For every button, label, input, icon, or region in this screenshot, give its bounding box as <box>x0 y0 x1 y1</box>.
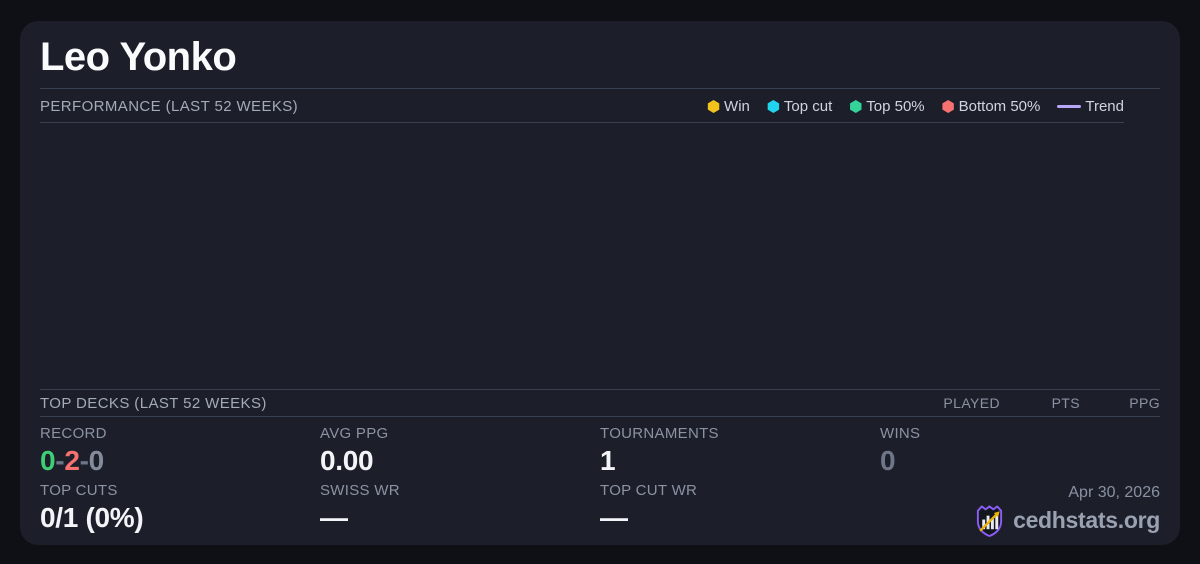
legend-item-bottom-50-: Bottom 50% <box>942 98 1041 115</box>
brand-row: cedhstats.org <box>974 504 1160 537</box>
performance-section-title: PERFORMANCE (LAST 52 WEEKS) <box>40 98 299 115</box>
legend-item-top-cut: Top cut <box>767 98 832 115</box>
swiss-wr-value: — <box>320 502 348 533</box>
legend-item-trend: Trend <box>1057 98 1124 115</box>
legend-label: Bottom 50% <box>958 98 1041 115</box>
column-header-ppg: PPG <box>1129 395 1160 412</box>
stats-grid: RECORD 0-2-0 AVG PPG 0.00 TOURNAMENTS 1 … <box>40 417 1160 537</box>
stat-avg-ppg: AVG PPG 0.00 <box>320 425 600 477</box>
stat-label: SWISS WR <box>320 482 400 499</box>
legend-item-top-50-: Top 50% <box>849 98 925 115</box>
legend-label: Win <box>724 98 750 115</box>
brand-name: cedhstats.org <box>1013 507 1160 533</box>
column-header-pts: PTS <box>1051 395 1080 412</box>
stat-wins: WINS 0 <box>880 425 1160 477</box>
stat-swiss-wr: SWISS WR — <box>320 482 600 537</box>
report-date: Apr 30, 2026 <box>1068 484 1160 501</box>
tournaments-value: 1 <box>600 444 616 476</box>
stat-label: TOP CUTS <box>40 482 118 499</box>
avg-ppg-value: 0.00 <box>320 444 374 476</box>
stat-label: WINS <box>880 424 921 442</box>
legend-hexagon-icon <box>707 100 720 113</box>
top-decks-column-headers: PLAYED PTS PPG <box>920 395 1160 411</box>
legend-hexagon-icon <box>942 100 954 113</box>
stat-label: TOURNAMENTS <box>600 424 719 442</box>
top-cut-wr-value: — <box>600 502 628 533</box>
record-wins: 0 <box>40 444 56 476</box>
legend-label: Trend <box>1085 98 1124 115</box>
stat-tournaments: TOURNAMENTS 1 <box>600 425 880 477</box>
record-value: 0-2-0 <box>40 445 320 477</box>
footer-brand-block: Apr 30, 2026 cedhstats.org <box>880 482 1160 537</box>
legend-hexagon-icon <box>767 100 780 113</box>
record-separator: - <box>55 444 65 476</box>
top-cuts-value: 0/1 (0%) <box>40 502 144 533</box>
record-losses: 2 <box>64 444 80 476</box>
stat-label: RECORD <box>40 424 107 442</box>
legend-hexagon-icon <box>850 100 862 113</box>
legend-label: Top 50% <box>866 98 925 115</box>
record-separator: - <box>79 444 89 476</box>
legend-item-win: Win <box>707 98 750 115</box>
performance-header-row: PERFORMANCE (LAST 52 WEEKS) Win Top cut To… <box>40 89 1160 123</box>
stat-top-cuts: TOP CUTS 0/1 (0%) <box>40 482 320 537</box>
legend-line-icon <box>1057 105 1082 108</box>
cedhstats-logo-icon <box>976 505 1003 537</box>
stat-top-cut-wr: TOP CUT WR — <box>600 482 880 537</box>
legend-label: Top cut <box>783 98 833 115</box>
performance-chart <box>40 123 1160 389</box>
top-decks-section-title: TOP DECKS (LAST 52 WEEKS) <box>40 394 267 412</box>
chart-legend: Win Top cut Top 50% Bottom 50% Trend <box>707 98 1124 115</box>
player-stats-card: Leo Yonko PERFORMANCE (LAST 52 WEEKS) Wi… <box>20 21 1180 545</box>
wins-value: 0 <box>880 444 896 476</box>
stat-label: TOP CUT WR <box>600 482 698 499</box>
page-title: Leo Yonko <box>40 35 1160 89</box>
stat-label: AVG PPG <box>320 424 389 442</box>
column-header-played: PLAYED <box>943 395 1000 412</box>
stat-record: RECORD 0-2-0 <box>40 425 320 477</box>
record-draws: 0 <box>88 444 105 476</box>
top-decks-header-row: TOP DECKS (LAST 52 WEEKS) PLAYED PTS PPG <box>40 388 1160 417</box>
